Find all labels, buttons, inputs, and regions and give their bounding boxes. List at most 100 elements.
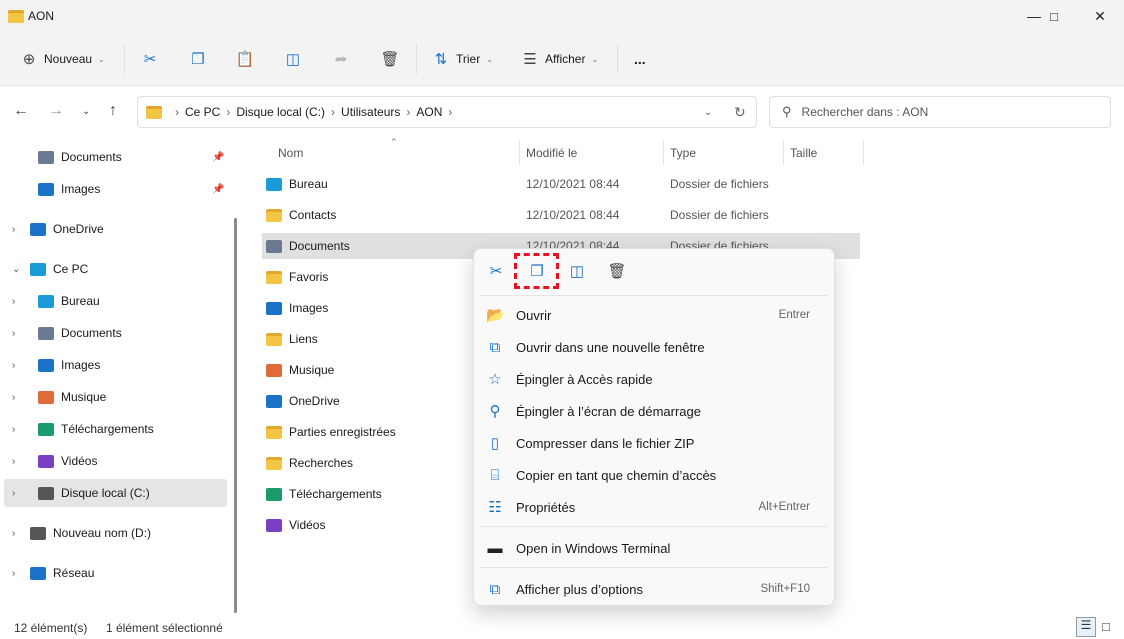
context-menu-item[interactable]: ▬ Open in Windows Terminal [486, 533, 824, 563]
chevron-down-icon: ⌄ [591, 54, 599, 64]
back-button[interactable]: ← [13, 102, 29, 120]
divider [480, 526, 828, 527]
forward-button[interactable]: → [48, 102, 64, 120]
trash-icon[interactable]: 🗑 [607, 262, 626, 280]
sidebar-item[interactable]: › OneDrive [4, 215, 227, 243]
plus-circle-icon: ⊕ [22, 51, 36, 68]
sidebar-item[interactable]: ⌄ Ce PC [4, 255, 227, 283]
expand-chevron-icon[interactable]: › [12, 392, 15, 403]
search-input[interactable]: ⚲ Rechercher dans : AON [769, 96, 1111, 128]
expand-chevron-icon[interactable]: › [12, 456, 15, 467]
expand-chevron-icon[interactable]: › [12, 360, 15, 371]
sort-label: Trier [456, 52, 481, 66]
cut-icon[interactable]: ✂ [487, 262, 505, 280]
desk-icon [38, 294, 54, 308]
divider [863, 140, 864, 165]
expand-chevron-icon[interactable]: › [12, 424, 15, 435]
rename-button[interactable]: ◫ [284, 46, 302, 72]
rename-icon[interactable]: ◫ [568, 262, 586, 280]
rename-icon: ◫ [285, 51, 301, 68]
sidebar-item[interactable]: › Disque local (C:) [4, 479, 227, 507]
folder-icon [266, 208, 282, 222]
expand-chevron-icon[interactable]: › [12, 568, 15, 579]
file-date: 12/10/2021 08:44 [526, 208, 620, 222]
sidebar-item[interactable]: › Téléchargements [4, 415, 227, 443]
paste-button[interactable]: 📋 [236, 46, 255, 72]
copy-icon[interactable]: ❐ [528, 262, 546, 280]
sidebar-item[interactable]: › Bureau [4, 287, 227, 315]
folder-icon [8, 10, 24, 23]
up-button[interactable]: ↑ [109, 102, 117, 120]
view-button[interactable]: ☰ Afficher ⌄ [521, 46, 598, 72]
file-row[interactable]: Bureau 12/10/2021 08:44 Dossier de fichier… [262, 171, 860, 197]
context-menu-item[interactable]: ⧉ Afficher plus d’options Shift+F10 [486, 574, 824, 604]
menu-item-shortcut: Alt+Entrer [758, 501, 810, 513]
expand-chevron-icon[interactable]: › [12, 528, 15, 539]
breadcrumb-segment[interactable]: Disque local (C:) [236, 105, 325, 119]
cut-button[interactable]: ✂ [141, 46, 159, 72]
sidebar-item[interactable]: › Réseau [4, 559, 227, 587]
context-menu-item[interactable]: ⚲ Épingler à l’écran de démarrage [486, 396, 824, 426]
sidebar-item[interactable]: › Musique [4, 383, 227, 411]
menu-item-shortcut: Entrer [778, 309, 810, 321]
sidebar-item[interactable]: › Documents [4, 319, 227, 347]
sort-button[interactable]: ⇅ Trier ⌄ [432, 46, 493, 72]
new-button[interactable]: ⊕ Nouveau ⌄ [20, 46, 105, 72]
folder-icon [266, 270, 282, 284]
refresh-button[interactable]: ↻ [734, 104, 746, 121]
scissors-icon: ✂ [143, 51, 157, 68]
column-modified[interactable]: Modifié le [526, 146, 577, 160]
breadcrumb-segment[interactable]: AON [416, 105, 442, 119]
address-bar[interactable]: › Ce PC › Disque local (C:) › Utilisateurs… [137, 96, 757, 128]
status-bar: 12 élément(s) 1 élément sélectionné ☰ □ [0, 614, 1124, 639]
delete-button[interactable]: 🗑 [380, 46, 400, 72]
recent-button[interactable]: ⌄ [82, 106, 90, 117]
window-title: AON [28, 9, 55, 23]
file-name: Liens [289, 332, 318, 346]
net-icon [30, 566, 46, 580]
file-row[interactable]: Contacts 12/10/2021 08:44 Dossier de fichi… [262, 202, 860, 228]
column-size[interactable]: Taille [790, 146, 817, 160]
context-menu-item[interactable]: 📂 Ouvrir Entrer [486, 300, 824, 330]
item-icon [266, 301, 282, 315]
file-name: Favoris [289, 270, 329, 284]
expand-chevron-icon[interactable]: › [12, 488, 15, 499]
view-label: Afficher [545, 52, 586, 66]
path-icon: ⌸ [490, 466, 500, 484]
tiles-view-button[interactable]: □ [1102, 619, 1110, 634]
breadcrumb-segment[interactable]: Utilisateurs [341, 105, 400, 119]
share-button[interactable]: ➦ [332, 46, 350, 72]
details-view-button[interactable]: ☰ [1076, 617, 1096, 637]
sidebar-item[interactable]: › Vidéos [4, 447, 227, 475]
column-type[interactable]: Type [670, 146, 696, 160]
sidebar-item[interactable]: › Nouveau nom (D:) [4, 519, 227, 547]
breadcrumb-segment[interactable]: Ce PC [185, 105, 220, 119]
context-menu-item[interactable]: ▯ Compresser dans le fichier ZIP [486, 428, 824, 458]
menu-item-label: Épingler à Accès rapide [516, 371, 653, 387]
maximize-button[interactable]: □ [1034, 4, 1074, 28]
close-button[interactable]: ✕ [1080, 4, 1120, 28]
sidebar-item[interactable]: Images 📌 [4, 175, 227, 203]
expand-chevron-icon[interactable]: › [12, 328, 15, 339]
context-menu-item[interactable]: ☆ Épingler à Accès rapide [486, 364, 824, 394]
context-menu: ✂ ❐ ◫ 🗑 📂 Ouvrir Entrer ⧉ Ouvrir dans une no… [473, 248, 835, 606]
star-icon: ☆ [488, 371, 502, 388]
context-menu-item[interactable]: ⌸ Copier en tant que chemin d’accès [486, 460, 824, 490]
context-menu-item[interactable]: ☷ Propriétés Alt+Entrer [486, 492, 824, 522]
sidebar-item[interactable]: › Images [4, 351, 227, 379]
copy-button[interactable]: ❐ [189, 46, 207, 72]
menu-item-label: Compresser dans le fichier ZIP [516, 435, 695, 451]
sidebar-scrollbar[interactable] [234, 218, 237, 613]
expand-chevron-icon[interactable]: › [12, 296, 15, 307]
expand-chevron-icon[interactable]: › [12, 224, 15, 235]
sort-ascending-icon: ⌃ [390, 137, 398, 147]
trash-icon: 🗑 [380, 51, 400, 68]
address-history-button[interactable]: ⌄ [704, 107, 712, 118]
column-name[interactable]: Nom [278, 146, 303, 160]
expand-chevron-icon[interactable]: ⌄ [12, 264, 20, 275]
context-menu-item[interactable]: ⧉ Ouvrir dans une nouvelle fenêtre [486, 332, 824, 362]
drive-icon [30, 526, 46, 540]
sidebar-item[interactable]: Documents 📌 [4, 143, 227, 171]
item-count: 12 élément(s) [14, 621, 88, 635]
more-button[interactable]: ... [634, 46, 646, 72]
